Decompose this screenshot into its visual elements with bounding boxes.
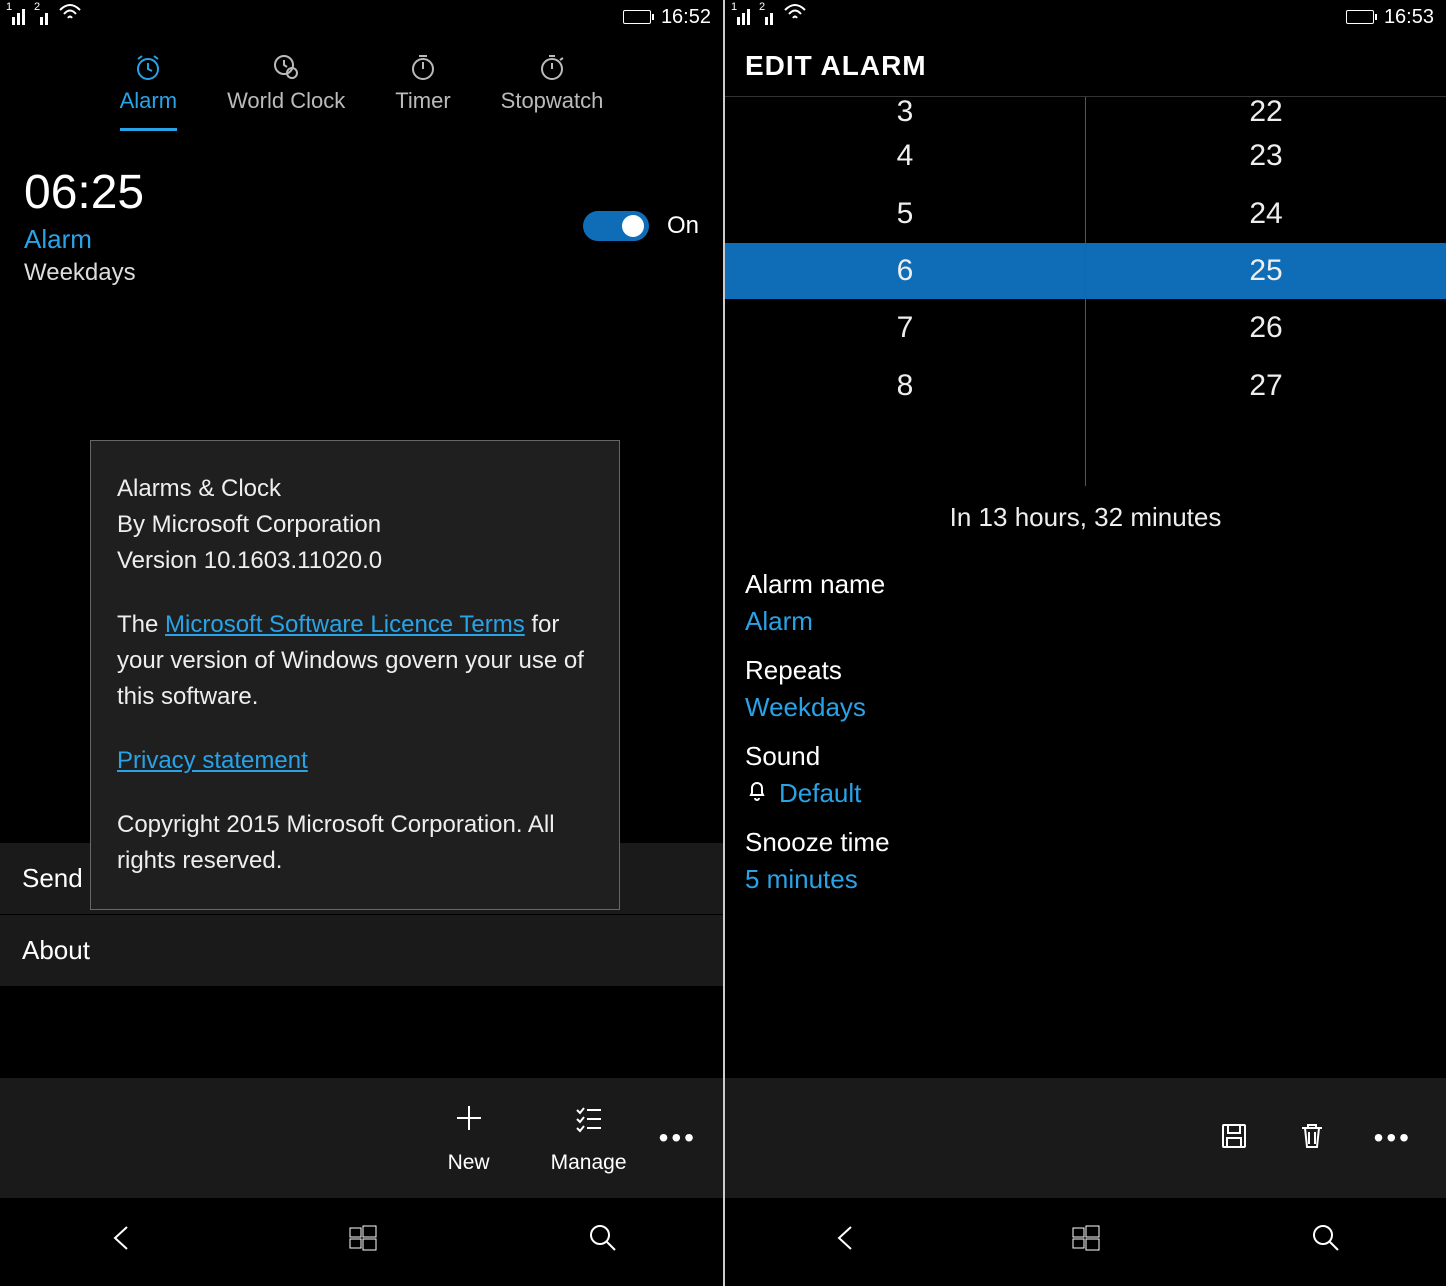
about-dialog: Alarms & Clock By Microsoft Corporation …	[90, 440, 620, 910]
status-bar: 1 2 16:52	[0, 0, 723, 34]
about-version: Version 10.1603.11020.0	[117, 547, 382, 574]
picker-row-selected[interactable]: 25	[1086, 243, 1446, 299]
tab-bar: Alarm World Clock Timer Stopwatch	[0, 34, 723, 137]
more-button[interactable]: •••	[659, 1122, 701, 1154]
picker-row[interactable]: 7	[725, 299, 1085, 357]
field-value: Weekdays	[745, 692, 1426, 723]
tab-stopwatch[interactable]: Stopwatch	[501, 52, 604, 131]
tab-label: World Clock	[227, 88, 345, 114]
save-button[interactable]	[1218, 1120, 1250, 1157]
picker-row[interactable]: 24	[1086, 185, 1446, 243]
licence-link[interactable]: Microsoft Software Licence Terms	[165, 611, 525, 638]
signal-sim1-icon: 1	[737, 9, 755, 25]
tab-timer[interactable]: Timer	[395, 52, 450, 131]
cmdbar-label: New	[448, 1151, 490, 1175]
field-value: Default	[745, 778, 1426, 809]
alarm-item[interactable]: 06:25 Alarm Weekdays On	[0, 137, 723, 315]
toggle-state: On	[667, 212, 699, 240]
command-bar: •••	[725, 1078, 1446, 1198]
field-label: Snooze time	[745, 827, 1426, 858]
manage-button[interactable]: Manage	[539, 1102, 639, 1175]
picker-row[interactable]: 4	[725, 127, 1085, 185]
page-title: EDIT ALARM	[725, 34, 1446, 96]
field-sound[interactable]: Sound Default	[745, 741, 1426, 809]
alarm-name: Alarm	[24, 224, 144, 255]
field-label: Repeats	[745, 655, 1426, 686]
signal-sim1-icon: 1	[12, 9, 30, 25]
tab-label: Stopwatch	[501, 88, 604, 114]
sound-value-text: Default	[779, 778, 861, 809]
countdown-text: In 13 hours, 32 minutes	[725, 486, 1446, 541]
battery-icon	[1346, 10, 1374, 24]
about-item[interactable]: About	[0, 914, 723, 986]
about-copyright: Copyright 2015 Microsoft Corporation. Al…	[117, 807, 593, 879]
stopwatch-icon	[537, 52, 567, 82]
cmdbar-label: Manage	[551, 1151, 627, 1175]
alarm-fields: Alarm name Alarm Repeats Weekdays Sound …	[725, 541, 1446, 913]
timer-icon	[408, 52, 438, 82]
alarm-time: 06:25	[24, 165, 144, 220]
picker-row[interactable]: 8	[725, 357, 1085, 415]
delete-button[interactable]	[1296, 1120, 1328, 1157]
field-snooze[interactable]: Snooze time 5 minutes	[745, 827, 1426, 895]
field-alarm-name[interactable]: Alarm name Alarm	[745, 569, 1426, 637]
command-bar: New Manage •••	[0, 1078, 723, 1198]
signal-sim2-icon: 2	[40, 9, 48, 25]
start-button[interactable]	[1071, 1221, 1101, 1263]
signal-sim2-icon: 2	[765, 9, 773, 25]
about-title: Alarms & Clock	[117, 475, 281, 502]
field-value: Alarm	[745, 606, 1426, 637]
picker-row[interactable]: 22	[1086, 97, 1446, 127]
about-publisher: By Microsoft Corporation	[117, 511, 381, 538]
new-button[interactable]: New	[419, 1102, 519, 1175]
picker-row[interactable]: 23	[1086, 127, 1446, 185]
picker-row[interactable]: 27	[1086, 357, 1446, 415]
tab-alarm[interactable]: Alarm	[120, 52, 177, 131]
time-picker[interactable]: 3 4 5 6 7 8 22 23 24 25 26 27	[725, 96, 1446, 486]
system-navbar	[725, 1198, 1446, 1286]
picker-row[interactable]: 26	[1086, 299, 1446, 357]
manage-icon	[573, 1102, 605, 1143]
screen-alarms: 1 2 16:52 Alarm World Clock	[0, 0, 723, 1286]
battery-icon	[623, 10, 651, 24]
alarm-icon	[133, 52, 163, 82]
world-clock-icon	[271, 52, 301, 82]
search-button[interactable]	[587, 1221, 619, 1263]
picker-row[interactable]: 5	[725, 185, 1085, 243]
picker-row-selected[interactable]: 6	[725, 243, 1085, 299]
privacy-link[interactable]: Privacy statement	[117, 747, 308, 774]
screen-edit-alarm: 1 2 16:53 EDIT ALARM 3 4 5 6 7 8 22 23 2…	[723, 0, 1446, 1286]
wifi-icon	[783, 2, 807, 28]
field-label: Alarm name	[745, 569, 1426, 600]
minute-column[interactable]: 22 23 24 25 26 27	[1086, 97, 1446, 486]
tab-label: Alarm	[120, 88, 177, 114]
back-button[interactable]	[105, 1221, 139, 1264]
field-label: Sound	[745, 741, 1426, 772]
status-bar: 1 2 16:53	[725, 0, 1446, 34]
field-value: 5 minutes	[745, 864, 1426, 895]
picker-row[interactable]: 3	[725, 97, 1085, 127]
field-repeats[interactable]: Repeats Weekdays	[745, 655, 1426, 723]
alarm-repeat: Weekdays	[24, 259, 144, 287]
status-clock: 16:52	[661, 6, 711, 29]
search-button[interactable]	[1310, 1221, 1342, 1263]
licence-pre: The	[117, 611, 165, 638]
back-button[interactable]	[829, 1221, 863, 1264]
hour-column[interactable]: 3 4 5 6 7 8	[725, 97, 1086, 486]
wifi-icon	[58, 2, 82, 28]
bell-icon	[745, 778, 769, 809]
more-button[interactable]: •••	[1374, 1122, 1416, 1154]
alarm-toggle[interactable]	[583, 211, 649, 241]
status-clock: 16:53	[1384, 6, 1434, 29]
tab-label: Timer	[395, 88, 450, 114]
tab-world-clock[interactable]: World Clock	[227, 52, 345, 131]
system-navbar	[0, 1198, 723, 1286]
start-button[interactable]	[348, 1221, 378, 1263]
plus-icon	[453, 1102, 485, 1143]
